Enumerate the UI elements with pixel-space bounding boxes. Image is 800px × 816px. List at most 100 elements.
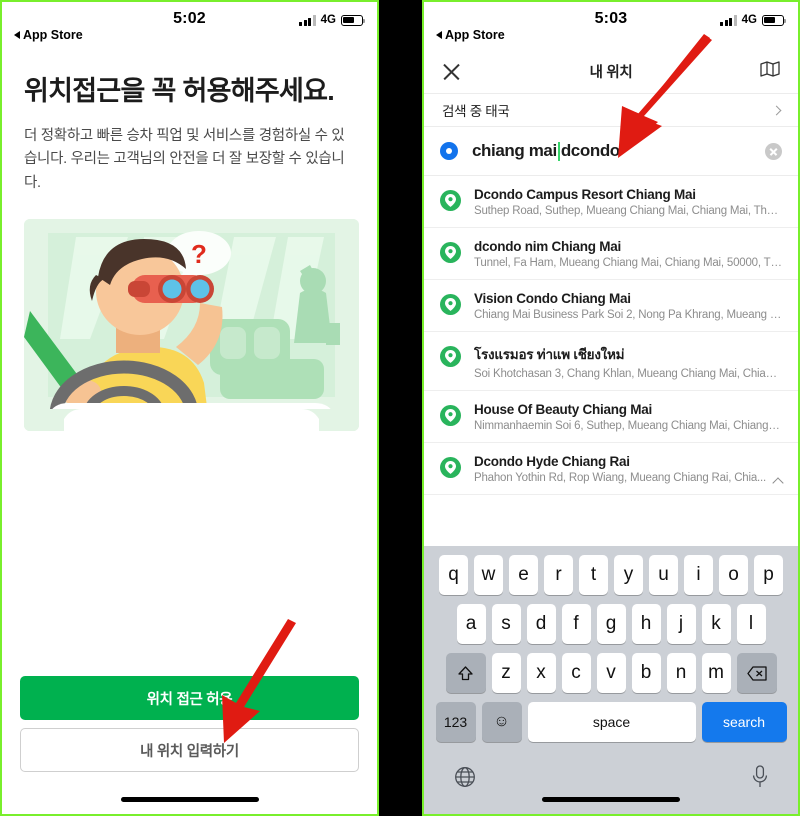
status-bar-right: 5:03 4G App Store bbox=[424, 2, 798, 50]
allow-location-button[interactable]: 위치 접근 허용 bbox=[20, 676, 359, 720]
key-u[interactable]: u bbox=[649, 555, 678, 595]
search-result-name: Dcondo Campus Resort Chiang Mai bbox=[474, 187, 696, 202]
key-o[interactable]: o bbox=[719, 555, 748, 595]
search-country-row[interactable]: 검색 중 태국 bbox=[424, 94, 798, 127]
key-v[interactable]: v bbox=[596, 653, 626, 693]
search-result-row[interactable]: House Of Beauty Chiang Mai Nimmanhaemin S… bbox=[424, 391, 798, 443]
search-result-text: dcondo nim Chiang Mai Tunnel, Fa Ham, Mue… bbox=[474, 239, 782, 269]
key-j[interactable]: j bbox=[666, 604, 696, 644]
search-country-label: 검색 중 태국 bbox=[442, 104, 510, 119]
page-subtitle: 더 정확하고 빠른 승차 픽업 및 서비스를 경험하실 수 있습니다. 우리는 … bbox=[24, 127, 345, 191]
search-result-row[interactable]: Vision Condo Chiang Mai Chiang Mai Busine… bbox=[424, 280, 798, 332]
search-result-address: Nimmanhaemin Soi 6, Suthep, Mueang Chian… bbox=[474, 420, 782, 432]
search-result-address: Chiang Mai Business Park Soi 2, Nong Pa … bbox=[474, 309, 782, 321]
globe-icon[interactable] bbox=[454, 766, 476, 793]
back-label: App Store bbox=[23, 28, 83, 42]
key-m[interactable]: m bbox=[701, 653, 731, 693]
home-indicator-left bbox=[120, 797, 259, 802]
key-a[interactable]: a bbox=[456, 604, 486, 644]
network-label: 4G bbox=[741, 14, 757, 26]
keyboard-row-1: qwertyuiop bbox=[424, 555, 798, 595]
key-i[interactable]: i bbox=[684, 555, 713, 595]
screenshot-root: 5:02 4G App Store 위치접근을 꼭 허용해주세요. 더 정확하고… bbox=[0, 0, 800, 816]
clear-search-button[interactable] bbox=[765, 142, 782, 160]
space-key[interactable]: space bbox=[527, 702, 696, 742]
search-result-text: โรงแรมอร ท่าแพ เชียงใหม่ Soi Khotchasan 3… bbox=[474, 343, 782, 380]
emoji-key[interactable]: ☺ bbox=[481, 702, 522, 742]
search-result-text: Vision Condo Chiang Mai Chiang Mai Busine… bbox=[474, 291, 782, 321]
key-r[interactable]: r bbox=[544, 555, 573, 595]
key-l[interactable]: l bbox=[736, 604, 766, 644]
status-indicators: 4G bbox=[299, 14, 366, 26]
key-s[interactable]: s bbox=[491, 604, 521, 644]
right-phone-panel: 5:03 4G App Store 내 위치 검색 중 태국 chiang ma… bbox=[422, 0, 800, 816]
battery-icon bbox=[762, 14, 787, 26]
key-w[interactable]: w bbox=[474, 555, 503, 595]
location-pin-icon bbox=[440, 190, 461, 211]
keyboard-row-4: 123 ☺ space search bbox=[424, 702, 798, 742]
status-indicators: 4G bbox=[720, 14, 787, 26]
backspace-icon[interactable] bbox=[736, 653, 777, 693]
left-action-buttons: 위치 접근 허용 내 위치 입력하기 bbox=[20, 676, 359, 772]
keyboard-letters-row-3: zxcvbnm bbox=[491, 653, 731, 693]
keyboard-row-2: asdfghjkl bbox=[424, 604, 798, 644]
location-pin-icon bbox=[440, 346, 461, 367]
close-icon[interactable] bbox=[442, 62, 461, 81]
shift-icon[interactable] bbox=[445, 653, 486, 693]
page-title: 내 위치 bbox=[589, 65, 633, 81]
numbers-key[interactable]: 123 bbox=[435, 702, 476, 742]
location-pin-icon bbox=[440, 242, 461, 263]
search-result-row[interactable]: dcondo nim Chiang Mai Tunnel, Fa Ham, Mue… bbox=[424, 228, 798, 280]
key-p[interactable]: p bbox=[754, 555, 783, 595]
key-x[interactable]: x bbox=[526, 653, 556, 693]
key-n[interactable]: n bbox=[666, 653, 696, 693]
back-to-app-store[interactable]: App Store bbox=[14, 28, 83, 42]
key-b[interactable]: b bbox=[631, 653, 661, 693]
keyboard-bottom-bar bbox=[424, 751, 798, 793]
location-pin-icon bbox=[440, 405, 461, 426]
key-c[interactable]: c bbox=[561, 653, 591, 693]
key-z[interactable]: z bbox=[491, 653, 521, 693]
back-triangle-icon bbox=[14, 31, 20, 39]
key-t[interactable]: t bbox=[579, 555, 608, 595]
key-q[interactable]: q bbox=[439, 555, 468, 595]
key-h[interactable]: h bbox=[631, 604, 661, 644]
home-indicator-right bbox=[542, 797, 680, 802]
key-e[interactable]: e bbox=[509, 555, 538, 595]
enter-my-location-button[interactable]: 내 위치 입력하기 bbox=[20, 728, 359, 772]
location-pin-icon bbox=[440, 294, 461, 315]
chevron-right-icon bbox=[771, 105, 782, 115]
location-search-row[interactable]: chiang mai dcondo bbox=[424, 127, 798, 176]
battery-icon bbox=[341, 14, 366, 26]
search-input[interactable]: chiang mai dcondo bbox=[472, 141, 751, 161]
search-value-before-caret: chiang mai bbox=[472, 141, 557, 160]
search-result-address: Suthep Road, Suthep, Mueang Chiang Mai, … bbox=[474, 205, 782, 217]
current-location-icon bbox=[440, 142, 458, 160]
svg-text:?: ? bbox=[191, 239, 207, 269]
search-result-name: Dcondo Hyde Chiang Rai bbox=[474, 454, 630, 469]
key-d[interactable]: d bbox=[526, 604, 556, 644]
search-results-list: Dcondo Campus Resort Chiang Mai Suthep Ro… bbox=[424, 176, 798, 495]
map-icon[interactable] bbox=[760, 61, 780, 82]
search-result-row[interactable]: Dcondo Campus Resort Chiang Mai Suthep Ro… bbox=[424, 176, 798, 228]
key-y[interactable]: y bbox=[614, 555, 643, 595]
driver-binoculars-illustration: ? bbox=[24, 219, 359, 431]
search-result-row[interactable]: โรงแรมอร ท่าแพ เชียงใหม่ Soi Khotchasan 3… bbox=[424, 332, 798, 391]
key-f[interactable]: f bbox=[561, 604, 591, 644]
search-result-address: Tunnel, Fa Ham, Mueang Chiang Mai, Chian… bbox=[474, 257, 782, 269]
left-phone-panel: 5:02 4G App Store 위치접근을 꼭 허용해주세요. 더 정확하고… bbox=[0, 0, 379, 816]
search-result-name: House Of Beauty Chiang Mai bbox=[474, 402, 653, 417]
back-triangle-icon bbox=[436, 31, 442, 39]
network-label: 4G bbox=[320, 14, 336, 26]
signal-icon bbox=[720, 14, 737, 26]
microphone-icon[interactable] bbox=[752, 765, 768, 793]
search-result-text: Dcondo Hyde Chiang Rai Phahon Yothin Rd, … bbox=[474, 454, 782, 484]
search-result-text: House Of Beauty Chiang Mai Nimmanhaemin S… bbox=[474, 402, 782, 432]
left-content: 위치접근을 꼭 허용해주세요. 더 정확하고 빠른 승차 픽업 및 서비스를 경… bbox=[2, 50, 377, 431]
back-to-app-store[interactable]: App Store bbox=[436, 28, 505, 42]
page-title: 위치접근을 꼭 허용해주세요. bbox=[24, 76, 335, 106]
search-key[interactable]: search bbox=[701, 702, 787, 742]
search-result-row[interactable]: Dcondo Hyde Chiang Rai Phahon Yothin Rd, … bbox=[424, 443, 798, 495]
key-g[interactable]: g bbox=[596, 604, 626, 644]
key-k[interactable]: k bbox=[701, 604, 731, 644]
